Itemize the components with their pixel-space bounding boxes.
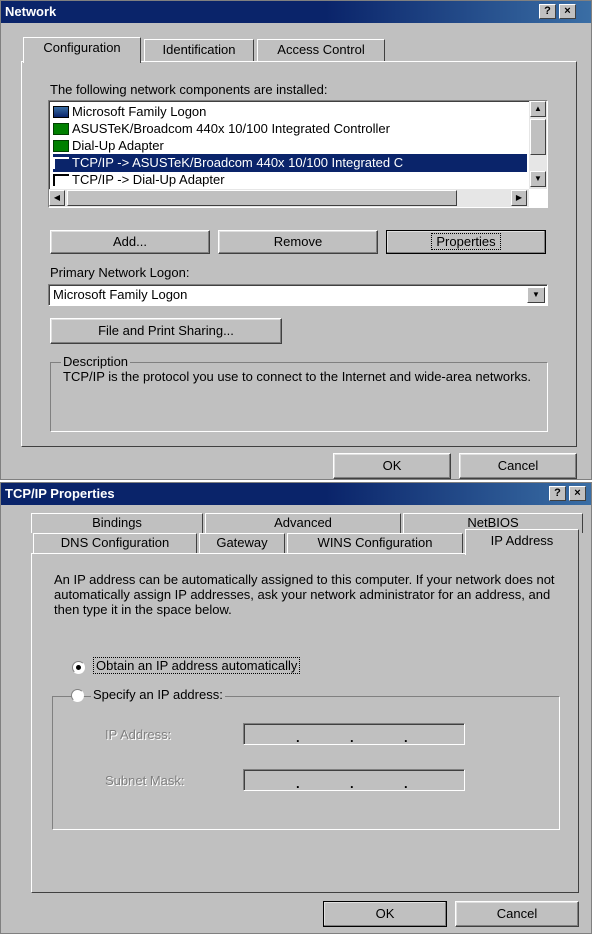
ip-dot-1: . (296, 730, 300, 745)
properties-button[interactable]: Properties (386, 230, 546, 254)
tab-access-control[interactable]: Access Control (257, 39, 385, 61)
tcpip-cancel-button[interactable]: Cancel (455, 901, 579, 927)
obtain-ip-label[interactable]: Obtain an IP address automatically (92, 657, 301, 674)
scroll-right-button[interactable]: ▶ (511, 190, 527, 206)
specify-ip-label[interactable]: Specify an IP address: (91, 687, 225, 702)
chevron-down-icon[interactable]: ▼ (527, 287, 545, 303)
add-button[interactable]: Add... (50, 230, 210, 254)
primary-logon-value: Microsoft Family Logon (53, 287, 188, 302)
ip-dot-2: . (350, 730, 354, 745)
primary-logon-label: Primary Network Logon: (50, 265, 190, 280)
ip-address-panel: An IP address can be automatically assig… (31, 553, 579, 893)
tab-bindings[interactable]: Bindings (31, 513, 203, 533)
component-label: Dial-Up Adapter (72, 138, 164, 153)
tab-wins-configuration[interactable]: WINS Configuration (287, 533, 463, 553)
configuration-panel: The following network components are ins… (21, 61, 577, 447)
component-label: ASUSTeK/Broadcom 440x 10/100 Integrated … (72, 121, 390, 136)
ip-address-field[interactable]: . . . (243, 723, 465, 745)
network-adapter-icon (53, 122, 69, 135)
scroll-up-button[interactable]: ▲ (530, 101, 546, 117)
component-item[interactable]: Dial-Up Adapter (53, 137, 527, 155)
tcpip-title: TCP/IP Properties (5, 486, 115, 501)
tab-dns-configuration[interactable]: DNS Configuration (33, 533, 197, 553)
ip-address-label: IP Address: (105, 727, 172, 742)
subnet-mask-label: Subnet Mask: (105, 773, 185, 788)
mask-dot-1: . (296, 776, 300, 791)
file-print-sharing-button[interactable]: File and Print Sharing... (50, 318, 282, 344)
remove-button[interactable]: Remove (218, 230, 378, 254)
network-title: Network (5, 4, 57, 19)
tab-advanced[interactable]: Advanced (205, 513, 401, 533)
component-item[interactable]: ASUSTeK/Broadcom 440x 10/100 Integrated … (53, 120, 527, 138)
properties-label: Properties (431, 233, 501, 250)
tab-ip-address[interactable]: IP Address (465, 529, 579, 555)
client-icon (53, 105, 69, 118)
network-title-bar[interactable]: Network (1, 1, 591, 23)
tab-identification[interactable]: Identification (144, 39, 254, 61)
component-label: Microsoft Family Logon (72, 104, 207, 119)
horizontal-scrollbar[interactable]: ◀ ▶ (49, 189, 529, 207)
ip-intro-text: An IP address can be automatically assig… (54, 572, 555, 617)
protocol-icon (53, 156, 69, 169)
vertical-scrollbar[interactable]: ▲ ▼ (529, 101, 547, 189)
tcpip-close-button[interactable]: × (569, 486, 586, 501)
obtain-ip-radio[interactable] (72, 661, 85, 674)
help-button[interactable]: ? (539, 4, 556, 19)
primary-logon-select[interactable]: Microsoft Family Logon ▼ (48, 284, 548, 306)
tcpip-dialog: TCP/IP Properties ? × Bindings Advanced … (0, 482, 592, 934)
ip-dot-3: . (404, 730, 408, 745)
description-legend: Description (61, 354, 131, 369)
scroll-down-button[interactable]: ▼ (530, 171, 546, 187)
component-item[interactable]: TCP/IP -> ASUSTeK/Broadcom 440x 10/100 I… (53, 154, 527, 172)
component-item[interactable]: TCP/IP -> Dial-Up Adapter (53, 171, 527, 189)
specify-ip-group: Specify an IP address: IP Address: . . .… (52, 687, 560, 830)
description-group: Description TCP/IP is the protocol you u… (50, 354, 548, 432)
description-text: TCP/IP is the protocol you use to connec… (63, 369, 532, 384)
components-label: The following network components are ins… (50, 82, 328, 97)
components-list[interactable]: Microsoft Family Logon ASUSTeK/Broadcom 4… (48, 100, 548, 208)
network-adapter-icon (53, 139, 69, 152)
mask-dot-3: . (404, 776, 408, 791)
hscroll-thumb[interactable] (67, 190, 457, 206)
close-button[interactable]: × (559, 4, 576, 19)
tcpip-help-button[interactable]: ? (549, 486, 566, 501)
component-label: TCP/IP -> ASUSTeK/Broadcom 440x 10/100 I… (72, 155, 404, 170)
tcpip-ok-button[interactable]: OK (323, 901, 447, 927)
mask-dot-2: . (350, 776, 354, 791)
tab-gateway[interactable]: Gateway (199, 533, 285, 553)
scroll-thumb[interactable] (530, 119, 546, 155)
network-cancel-button[interactable]: Cancel (459, 453, 577, 479)
network-ok-button[interactable]: OK (333, 453, 451, 479)
protocol-icon (53, 173, 69, 186)
component-item[interactable]: Microsoft Family Logon (53, 103, 527, 121)
scroll-left-button[interactable]: ◀ (49, 190, 65, 206)
tcpip-title-bar[interactable]: TCP/IP Properties (1, 483, 591, 505)
specify-ip-radio[interactable] (71, 689, 84, 702)
subnet-mask-field[interactable]: . . . (243, 769, 465, 791)
component-label: TCP/IP -> Dial-Up Adapter (72, 172, 225, 187)
network-dialog: Network ? × Configuration Identification… (0, 0, 592, 480)
tab-configuration[interactable]: Configuration (23, 37, 141, 63)
